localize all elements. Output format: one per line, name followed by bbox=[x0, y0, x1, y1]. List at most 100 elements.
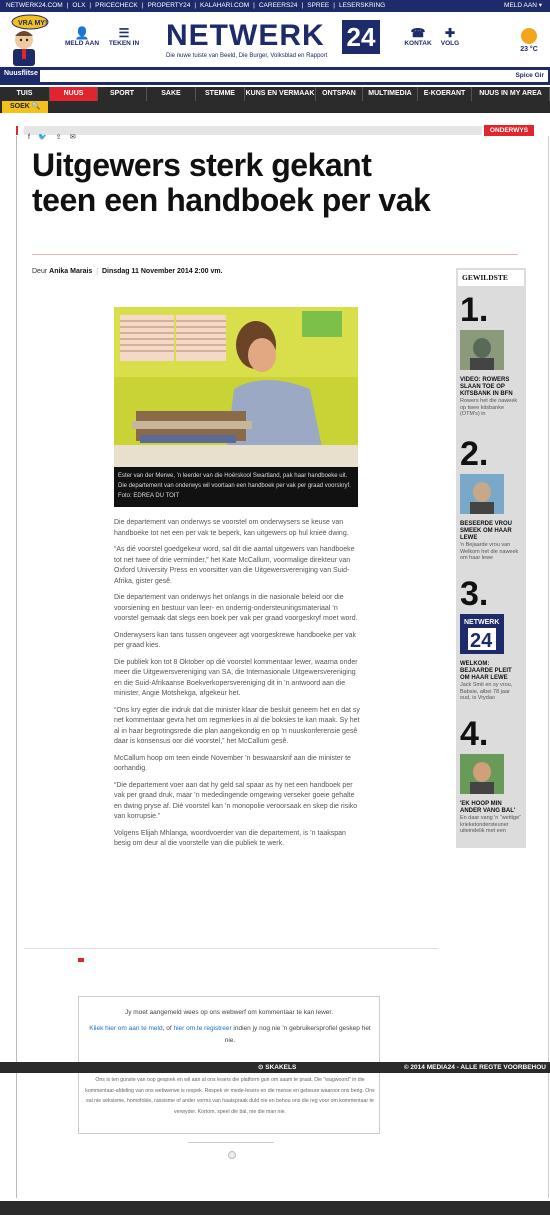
meld-aan-button[interactable]: 👤 MELD AAN bbox=[60, 26, 104, 47]
facebook-icon[interactable]: f bbox=[28, 133, 30, 142]
popular-item[interactable]: 1. VIDEO: ROWERS SLAAN TOE OP KITSBANK IN… bbox=[460, 292, 522, 418]
share-marker bbox=[16, 126, 18, 135]
top-link[interactable]: PROPERTY24 bbox=[145, 2, 192, 9]
article-body: Die departement van onderwys se voorstel… bbox=[114, 518, 360, 856]
photo-caption: Ester van der Merwe, 'n leerder van die … bbox=[118, 473, 351, 499]
nav-item-nuus[interactable]: NUUS bbox=[50, 87, 98, 101]
weather-widget[interactable]: 23 °C bbox=[512, 28, 546, 53]
mascot-text: VRA MY! bbox=[18, 20, 47, 27]
volg-button[interactable]: ✚ VOLG bbox=[428, 26, 472, 47]
top-link[interactable]: LESERSKRING bbox=[337, 2, 387, 9]
skakels-link[interactable]: ⊙ SKAKELS bbox=[258, 1062, 296, 1073]
popular-item[interactable]: 4. 'EK HOOP MIN ANDER VANG BAL' En daar va… bbox=[460, 716, 522, 835]
top-link[interactable]: SPREE bbox=[305, 2, 331, 9]
teken-in-label: TEKEN IN bbox=[108, 40, 140, 47]
section-tag[interactable]: ONDERWYS bbox=[484, 125, 534, 136]
top-links-bar: NETWERK24.COM | OLX | PRICECHECK | PROPERTY24 |… bbox=[0, 0, 550, 12]
email-icon[interactable]: ✉ bbox=[70, 133, 76, 142]
popular-thumbnail[interactable] bbox=[460, 474, 504, 514]
login-link[interactable]: Kliek hier om aan te meld bbox=[89, 1025, 162, 1032]
popular-title[interactable]: 'EK HOOP MIN ANDER VANG BAL' bbox=[460, 801, 522, 815]
nav-item-nuus-in-my-area[interactable]: NUUS IN MY AREA bbox=[472, 87, 550, 101]
popular-desc: En daar vang 'n “wettige” krieketonderst… bbox=[460, 815, 521, 834]
nav-item-tuis[interactable]: TUIS bbox=[0, 87, 50, 101]
top-link[interactable]: OLX bbox=[70, 2, 87, 9]
sidebar-heading: GEWILDSTE bbox=[458, 270, 524, 286]
article-paragraph: Die departement van onderwys het onlangs… bbox=[114, 594, 358, 622]
twitter-icon[interactable]: 🐦 bbox=[38, 133, 47, 142]
popular-thumbnail[interactable] bbox=[460, 754, 504, 794]
popular-sidebar: GEWILDSTE 1. VIDEO: ROWERS SLAAN TOE OP K… bbox=[456, 268, 526, 848]
netwerk24-logo[interactable]: NETWERK 24 Die nuwe tuiste van Beeld, Di… bbox=[166, 20, 382, 60]
nav-item-sport[interactable]: SPORT bbox=[98, 87, 147, 101]
comment-or-text: , of bbox=[162, 1025, 172, 1032]
comments-marker bbox=[78, 958, 84, 962]
user-icon: 👤 bbox=[74, 26, 90, 40]
nav-item-multimedia[interactable]: MULTIMEDIA bbox=[363, 87, 418, 101]
popular-thumbnail[interactable] bbox=[460, 330, 504, 370]
plus-icon: ✚ bbox=[444, 26, 456, 40]
list-icon: ☰ bbox=[118, 26, 130, 40]
search-bar: SOEK 🔍 bbox=[0, 101, 550, 113]
comment-tail-text: indien jy nog nie ’n gebruikersprofiel g… bbox=[224, 1025, 371, 1044]
ticker-text[interactable]: Spice Gir bbox=[40, 70, 548, 82]
popular-title[interactable]: WELKOM: BEJAARDE PLEIT OM HAAR LEWE bbox=[460, 661, 522, 682]
popular-item[interactable]: 2. BESEERDE VROU SMEEK OM HAAR LEWE'n Bej… bbox=[460, 436, 522, 562]
share-bar: f 🐦 ⇪ ✉ bbox=[24, 126, 482, 141]
top-link[interactable]: NETWERK24.COM bbox=[4, 2, 65, 9]
top-link[interactable]: CAREERS24 bbox=[257, 2, 300, 9]
nav-item-ontspan[interactable]: ONTSPAN bbox=[316, 87, 363, 101]
article-paragraph: “Die departement voer aan dat hy geld sa… bbox=[114, 781, 358, 821]
title-divider bbox=[32, 254, 518, 255]
comments-divider bbox=[24, 948, 438, 949]
skakels-label: SKAKELS bbox=[265, 1064, 297, 1071]
register-link[interactable]: hier om te registreer bbox=[173, 1025, 231, 1032]
nav-item-e-koerant[interactable]: E-KOERANT bbox=[418, 87, 472, 101]
popular-thumbnail[interactable]: NETWERK 24 bbox=[460, 614, 504, 654]
article-paragraph: Die departement van onderwys se voorstel… bbox=[114, 519, 349, 537]
footer-bar: ⊙ SKAKELS © 2014 MEDIA24 - ALLE REGTE VO… bbox=[0, 1062, 550, 1073]
top-link[interactable]: PRICECHECK bbox=[93, 2, 140, 9]
popular-desc: 'n Bejaarde vrou van Welkom het die nawe… bbox=[460, 542, 519, 561]
article-figure: Ester van der Merwe, 'n leerder van die … bbox=[114, 307, 358, 507]
teken-in-button[interactable]: ☰ TEKEN IN bbox=[102, 26, 146, 47]
article-paragraph: “Ons kry egter die indruk dat die minist… bbox=[114, 706, 360, 746]
loader-divider bbox=[188, 1142, 274, 1143]
popular-desc: Jack Smit en sy vrou, Babsie, albei 78 j… bbox=[460, 682, 513, 701]
share-icon[interactable]: ⇪ bbox=[56, 133, 62, 142]
vra-my-mascot[interactable]: VRA MY! bbox=[4, 14, 52, 66]
volg-label: VOLG bbox=[440, 40, 460, 47]
article-paragraph: McCallum hoop om teen einde November ’n … bbox=[114, 754, 351, 773]
nav-item-sake[interactable]: SAKE bbox=[147, 87, 196, 101]
nav-item-kuns-en-vermaak[interactable]: KUNS EN VERMAAK bbox=[245, 87, 316, 101]
byline: Deur Anika Marais | Dinsdag 11 November … bbox=[32, 268, 223, 275]
ticker-label: Nuusflitse bbox=[4, 70, 38, 77]
content-border-right bbox=[548, 136, 549, 1198]
login-link[interactable]: MELD AAN ▾ bbox=[504, 0, 542, 12]
article-title: Uitgewers sterk gekant teen een handboek… bbox=[32, 147, 431, 218]
logo-tagline: Die nuwe tuiste van Beeld, Die Burger, V… bbox=[166, 53, 328, 59]
comment-login-note: Jy moet aangemeld wees op ons webwerf om… bbox=[124, 1009, 334, 1016]
svg-text:NETWERK: NETWERK bbox=[464, 619, 499, 626]
author-name[interactable]: Anika Marais bbox=[49, 268, 92, 275]
main-nav: TUIS NUUS SPORT SAKE STEMME KUNS EN VERMAAK ON… bbox=[0, 87, 550, 101]
article-paragraph: Die publiek kon tot 8 Oktober op dié voo… bbox=[114, 658, 358, 698]
news-ticker: Nuusflitse Spice Gir bbox=[0, 67, 550, 85]
popular-title[interactable]: BESEERDE VROU SMEEK OM HAAR LEWE bbox=[460, 521, 522, 542]
sun-icon bbox=[521, 28, 537, 44]
search-button[interactable]: SOEK 🔍 bbox=[2, 101, 48, 113]
svg-text:24: 24 bbox=[470, 630, 493, 652]
popular-rank: 2. bbox=[460, 435, 489, 473]
popular-item[interactable]: 3. NETWERK 24 WELKOM: BEJAARDE PLEIT OM HAA… bbox=[460, 576, 522, 702]
popular-title[interactable]: VIDEO: ROWERS SLAAN TOE OP KITSBANK IN B… bbox=[460, 377, 522, 398]
content-border-left bbox=[16, 136, 17, 1198]
popular-desc: Rowers het die naweek op twee kitsbanke … bbox=[460, 398, 518, 417]
temperature: 23 °C bbox=[520, 46, 538, 53]
top-link[interactable]: KALAHARI.COM bbox=[198, 2, 251, 9]
search-label: SOEK bbox=[10, 103, 30, 110]
link-separator: | bbox=[253, 2, 255, 9]
nav-item-stemme[interactable]: STEMME bbox=[196, 87, 245, 101]
article-paragraph: “As dié voorstel goedgekeur word, sal di… bbox=[114, 546, 355, 585]
article-photo[interactable] bbox=[114, 307, 358, 467]
byline-prefix: Deur bbox=[32, 268, 48, 275]
